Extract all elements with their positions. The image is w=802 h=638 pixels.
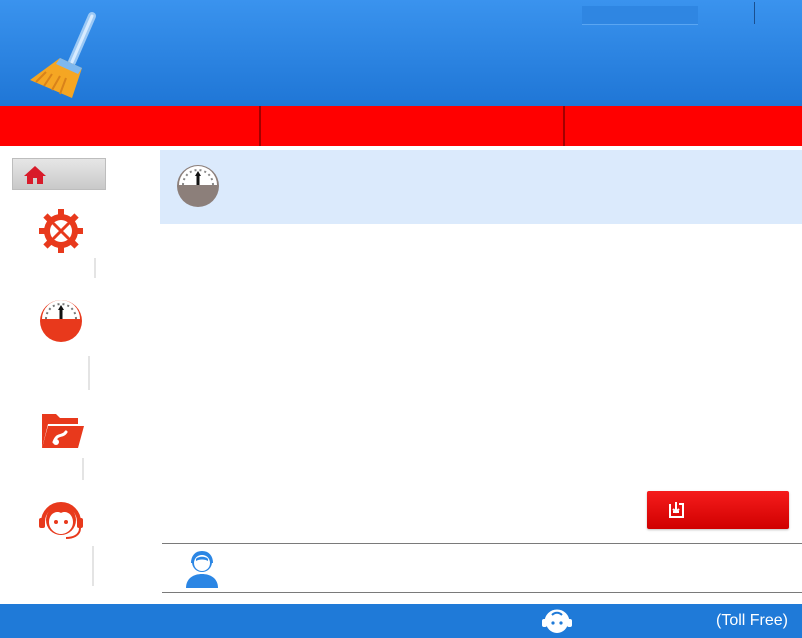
sidebar-item-repair[interactable] <box>0 408 158 498</box>
sidebar-item-speed[interactable] <box>0 298 158 388</box>
divider <box>92 546 94 586</box>
folder-repair-icon <box>42 414 84 448</box>
tab-2[interactable] <box>259 106 562 146</box>
sidebar-item-tools[interactable] <box>0 208 158 298</box>
app-header <box>0 0 802 106</box>
support-person-icon <box>186 550 218 588</box>
headset-icon <box>542 609 572 633</box>
speedometer-icon <box>177 165 219 207</box>
status-banner <box>160 150 802 224</box>
divider <box>82 458 84 480</box>
account-field[interactable] <box>582 6 698 25</box>
tab-bar <box>0 106 802 146</box>
support-agent-icon <box>39 502 83 539</box>
broom-icon <box>30 12 96 98</box>
toll-free-label: (Toll Free) <box>715 612 788 629</box>
tab-1[interactable] <box>0 106 259 146</box>
footer-bar: (Toll Free) <box>0 604 802 638</box>
sidebar <box>0 146 158 604</box>
home-icon <box>24 166 46 184</box>
sidebar-item-support[interactable] <box>0 496 158 586</box>
main-panel <box>160 146 802 604</box>
divider <box>94 258 96 278</box>
home-button[interactable] <box>12 158 106 190</box>
import-button[interactable] <box>647 491 789 529</box>
import-icon <box>669 502 684 518</box>
divider <box>88 356 90 390</box>
speedometer-icon <box>40 300 82 342</box>
header-divider <box>754 2 755 24</box>
support-bar <box>162 543 802 593</box>
tab-3[interactable] <box>562 106 802 146</box>
gear-tools-icon <box>39 209 83 253</box>
